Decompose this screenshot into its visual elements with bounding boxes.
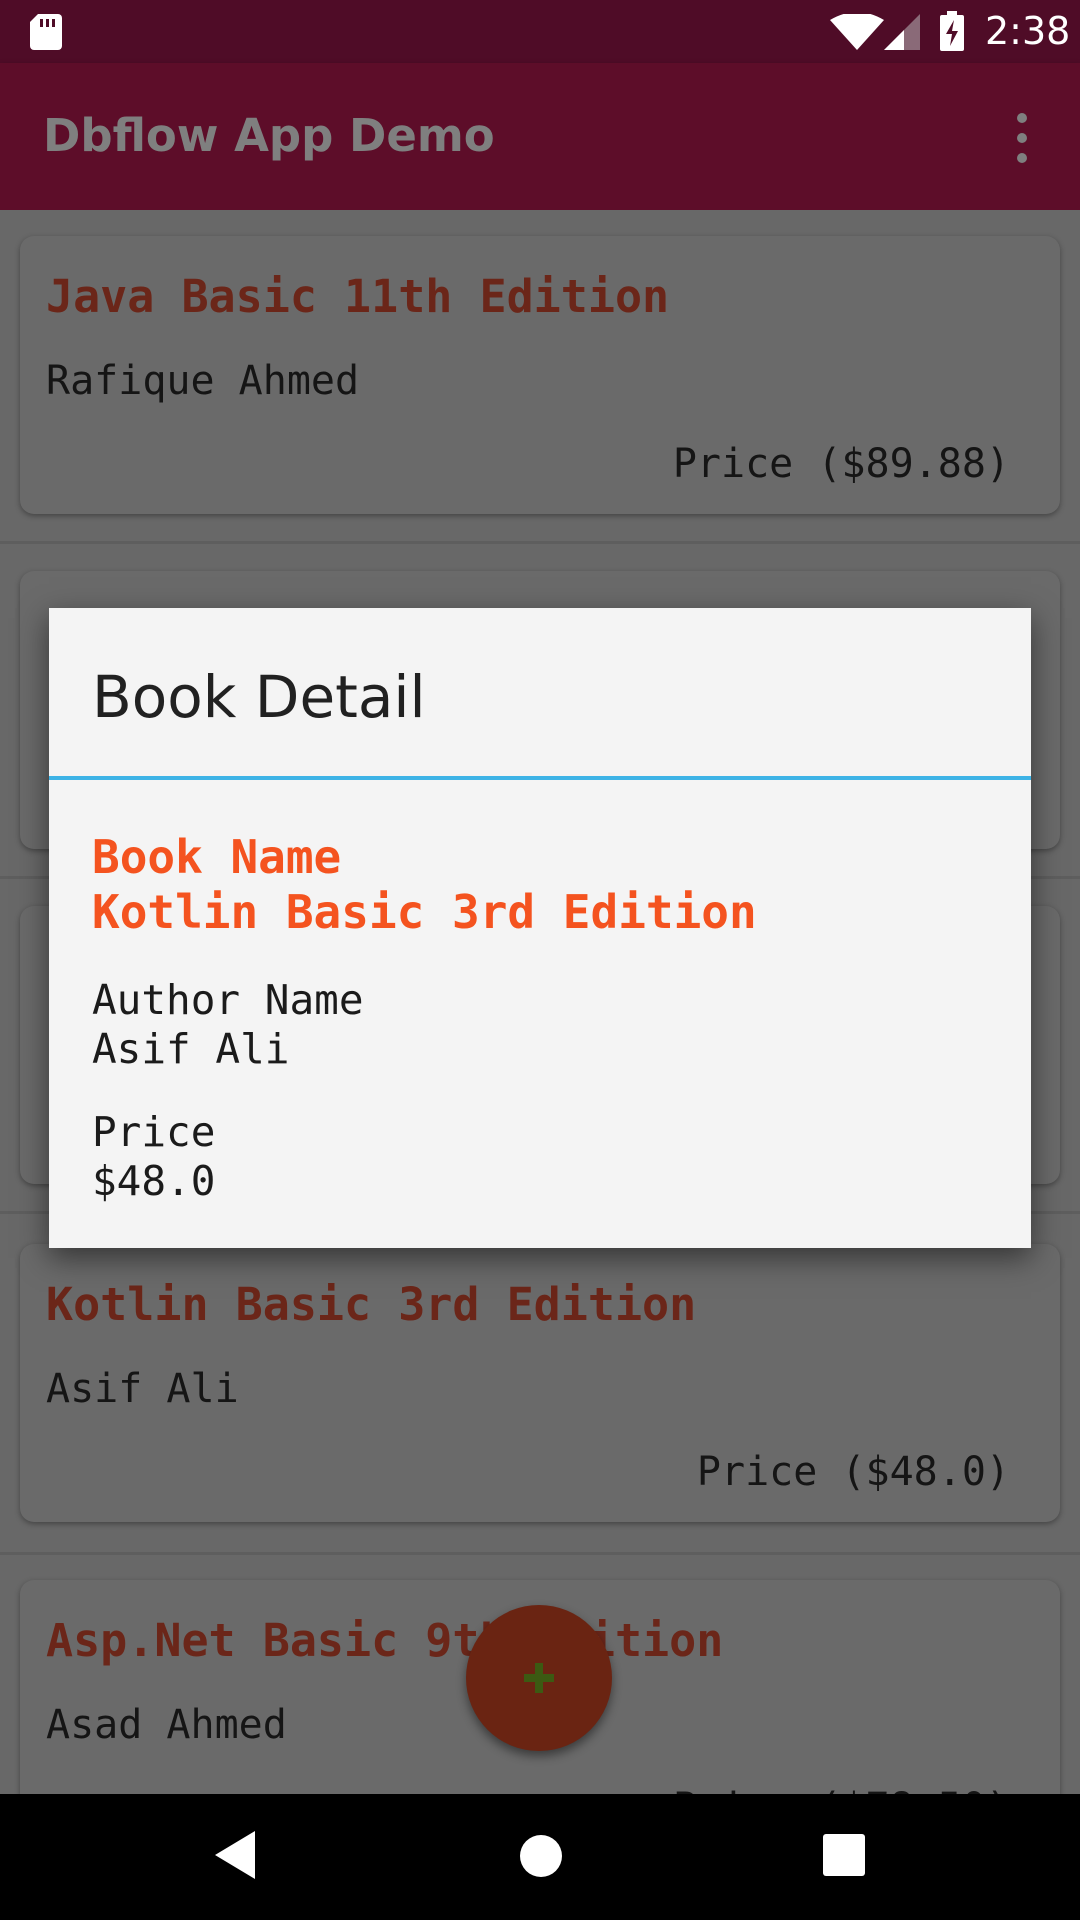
status-time: 2:38 <box>985 9 1071 53</box>
list-divider <box>0 1552 1080 1555</box>
book-card[interactable]: Java Basic 11th Edition Rafique Ahmed Pr… <box>20 236 1060 514</box>
price-label: Price <box>92 1108 216 1156</box>
book-author: Rafique Ahmed <box>46 358 360 404</box>
battery-charging-icon <box>940 11 964 51</box>
sd-card-icon <box>30 14 62 50</box>
book-price: Price ($48.0) <box>696 1449 1010 1495</box>
overflow-menu-icon[interactable] <box>1005 108 1039 168</box>
plus-icon <box>524 1663 554 1693</box>
author-name-label: Author Name <box>92 976 364 1024</box>
book-title: Asp.Net Basic 9th Edition <box>46 1614 724 1667</box>
book-title: Java Basic 11th Edition <box>46 270 670 323</box>
nav-recents-icon[interactable] <box>823 1834 865 1876</box>
book-price: Price ($78.50) <box>673 1785 1010 1794</box>
price-value: $48.0 <box>92 1157 216 1205</box>
navigation-bar <box>0 1794 1080 1920</box>
book-name-value: Kotlin Basic 3rd Edition <box>92 885 757 939</box>
status-bar: 2:38 <box>0 0 1080 63</box>
book-name-label: Book Name <box>92 830 342 884</box>
dialog-title: Book Detail <box>92 663 426 731</box>
book-price: Price ($89.88) <box>672 441 1010 487</box>
dialog-title-divider <box>49 776 1031 780</box>
app-title: Dbflow App Demo <box>43 109 495 162</box>
book-title: Kotlin Basic 3rd Edition <box>46 1278 697 1331</box>
author-name-value: Asif Ali <box>92 1025 290 1073</box>
wifi-icon <box>830 14 884 50</box>
add-book-button[interactable] <box>466 1605 612 1751</box>
book-detail-dialog: Book Detail Book Name Kotlin Basic 3rd E… <box>49 608 1031 1248</box>
app-bar: Dbflow App Demo <box>0 63 1080 210</box>
nav-home-icon[interactable] <box>519 1834 563 1878</box>
nav-back-icon[interactable] <box>215 1831 255 1879</box>
book-author: Asad Ahmed <box>46 1702 287 1748</box>
signal-icon <box>884 14 920 50</box>
book-card[interactable]: Kotlin Basic 3rd Edition Asif Ali Price … <box>20 1244 1060 1522</box>
list-divider <box>0 541 1080 544</box>
book-author: Asif Ali <box>46 1366 239 1412</box>
